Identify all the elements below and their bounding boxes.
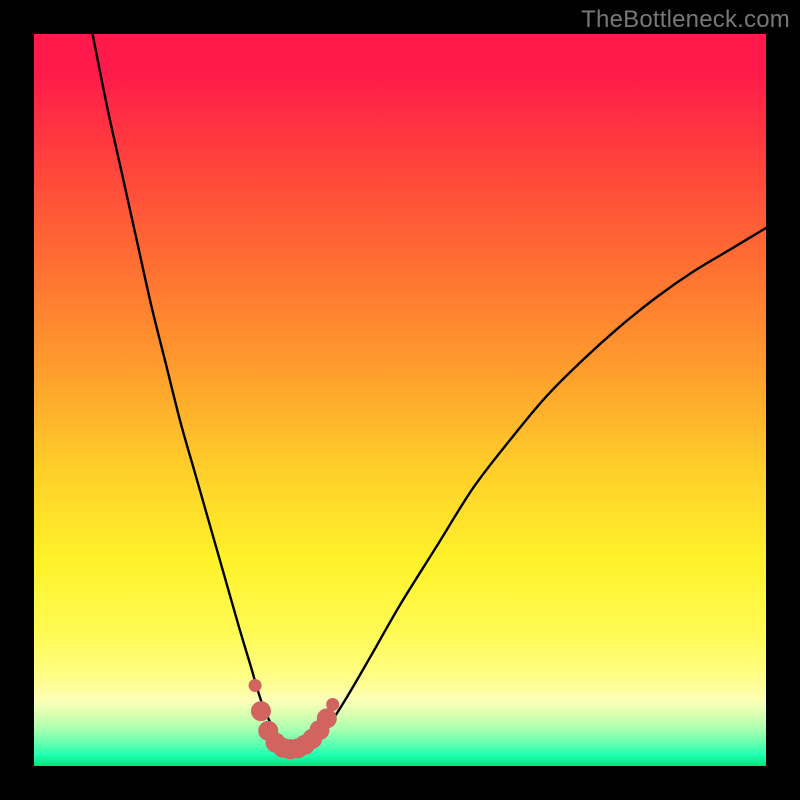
highlight-dots: [249, 679, 340, 759]
highlight-dot: [326, 698, 339, 711]
plot-area: [34, 34, 766, 766]
chart-frame: TheBottleneck.com: [0, 0, 800, 800]
bottleneck-curve: [93, 34, 766, 747]
highlight-dot: [251, 701, 271, 721]
highlight-dot: [249, 679, 262, 692]
highlight-dot: [317, 708, 337, 728]
attribution-text: TheBottleneck.com: [581, 6, 790, 34]
curve-layer: [34, 34, 766, 766]
